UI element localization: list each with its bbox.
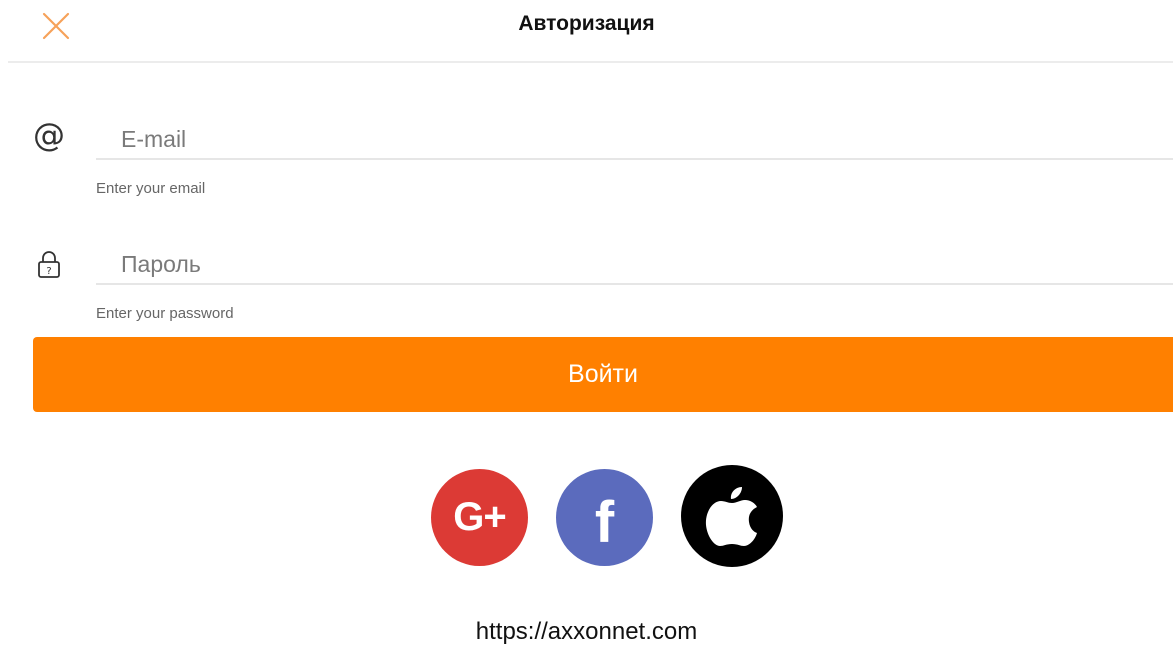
login-screen: Авторизация @ Enter your email ? Enter y… xyxy=(0,0,1173,648)
page-title: Авторизация xyxy=(518,12,655,35)
email-field[interactable] xyxy=(96,120,1173,160)
header-divider xyxy=(8,61,1173,63)
header: Авторизация xyxy=(0,0,1173,63)
apple-icon xyxy=(705,487,757,546)
facebook-button[interactable]: f xyxy=(556,469,653,566)
password-field[interactable] xyxy=(96,245,1173,285)
password-hint: Enter your password xyxy=(96,305,234,322)
apple-button[interactable] xyxy=(681,465,783,567)
email-hint: Enter your email xyxy=(96,180,206,197)
login-button[interactable]: Войти xyxy=(33,337,1173,412)
google-plus-icon: G+ xyxy=(453,495,506,539)
google-plus-button[interactable]: G+ xyxy=(431,469,528,566)
lock-icon: ? xyxy=(32,247,66,281)
at-icon: @ xyxy=(33,116,65,154)
facebook-icon: f xyxy=(594,490,615,555)
site-url[interactable]: https://axxonnet.com xyxy=(0,618,1173,646)
svg-text:?: ? xyxy=(46,266,51,277)
